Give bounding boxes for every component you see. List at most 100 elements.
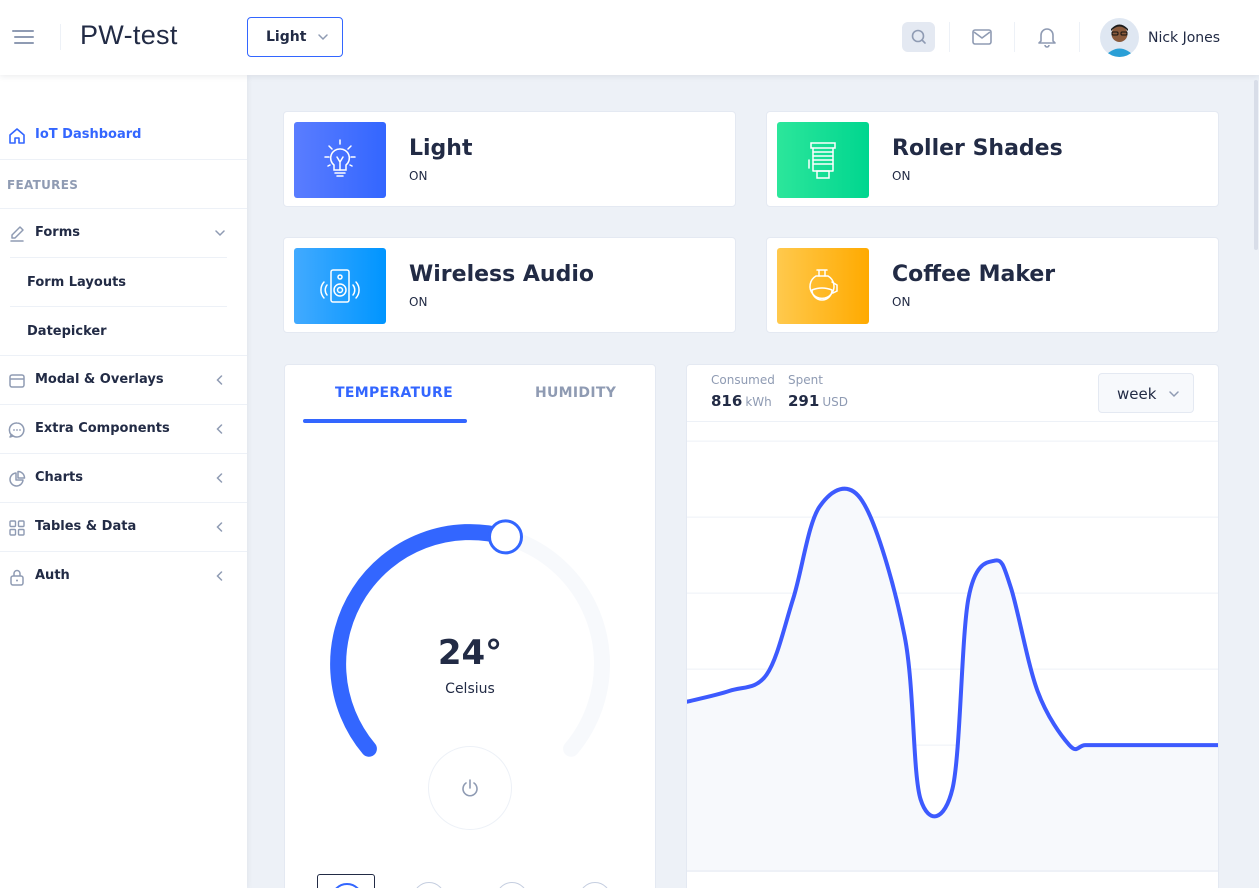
- sidebar-item-charts[interactable]: Charts: [0, 454, 247, 503]
- stat-label: Consumed: [711, 373, 775, 387]
- chart-area: [687, 488, 1218, 872]
- mail-button[interactable]: [970, 26, 994, 48]
- header-bar: PW-test Light Nick Jones: [0, 0, 1259, 75]
- header-separator: [1079, 22, 1080, 52]
- mode-icon: [496, 882, 528, 888]
- sidebar: IoT Dashboard FEATURES Forms Form Layout…: [0, 75, 247, 888]
- theme-select-value: Light: [266, 29, 307, 45]
- device-icon-tile: [294, 248, 386, 324]
- device-card-light[interactable]: Light ON: [283, 111, 736, 207]
- bell-icon: [1038, 28, 1056, 48]
- device-icon-tile: [777, 248, 869, 324]
- mode-button[interactable]: [317, 874, 375, 888]
- device-status: ON: [892, 169, 911, 183]
- lock-icon: [10, 569, 24, 586]
- consumed-stat: Consumed 816 kWh: [711, 373, 775, 410]
- roller-shades-icon: [808, 142, 836, 179]
- stat-label: Spent: [788, 373, 823, 387]
- sidebar-item-auth[interactable]: Auth: [0, 552, 247, 601]
- pie-chart-icon: [9, 470, 26, 487]
- stat-value: 816 kWh: [711, 392, 775, 410]
- user-name[interactable]: Nick Jones: [1148, 30, 1220, 46]
- electricity-card: Consumed 816 kWh Spent 291 USD week: [686, 364, 1219, 888]
- chevron-down-icon: [1169, 391, 1179, 398]
- sidebar-item-form-layouts[interactable]: Form Layouts: [27, 258, 227, 307]
- chevron-left-icon: [216, 571, 223, 581]
- mode-button[interactable]: [400, 874, 458, 888]
- device-name: Coffee Maker: [892, 262, 1056, 287]
- browser-icon: [9, 374, 25, 388]
- sidebar-group-title: FEATURES: [7, 178, 79, 192]
- speaker-icon: [320, 269, 360, 303]
- device-card-roller-shades[interactable]: Roller Shades ON: [766, 111, 1219, 207]
- device-name: Wireless Audio: [409, 262, 594, 287]
- sidebar-divider: [0, 159, 247, 160]
- chevron-left-icon: [216, 375, 223, 385]
- device-status: ON: [409, 169, 428, 183]
- period-select[interactable]: week: [1098, 373, 1194, 413]
- sidebar-item-tables-data[interactable]: Tables & Data: [0, 503, 247, 552]
- sidebar-item-modal-overlays[interactable]: Modal & Overlays: [0, 356, 247, 405]
- menu-toggle-icon[interactable]: [12, 26, 38, 48]
- coffee-maker-icon: [809, 269, 838, 301]
- avatar[interactable]: [1100, 18, 1139, 57]
- spent-stat: Spent 291 USD: [788, 373, 848, 410]
- sidebar-item-label: Auth: [35, 568, 70, 583]
- spent-value: 291: [788, 392, 820, 410]
- device-status: ON: [409, 295, 428, 309]
- sidebar-item-label: Form Layouts: [27, 275, 127, 290]
- consumed-unit: kWh: [745, 395, 772, 409]
- mode-icon: [579, 882, 611, 888]
- device-icon-tile: [294, 122, 386, 198]
- theme-select[interactable]: Light: [247, 17, 343, 57]
- mode-icon: [413, 882, 445, 888]
- sidebar-item-label: IoT Dashboard: [35, 127, 142, 142]
- sidebar-item-label: Tables & Data: [35, 519, 137, 534]
- grid-icon: [9, 520, 25, 536]
- sidebar-item-forms[interactable]: Forms: [0, 209, 247, 258]
- app-title[interactable]: PW-test: [80, 20, 178, 51]
- sidebar-item-iot-dashboard[interactable]: IoT Dashboard: [0, 111, 247, 160]
- lightbulb-icon: [324, 139, 356, 177]
- dial-knob[interactable]: [488, 519, 523, 555]
- sidebar-item-label: Datepicker: [27, 324, 107, 339]
- device-status: ON: [892, 295, 911, 309]
- device-card-coffee-maker[interactable]: Coffee Maker ON: [766, 237, 1219, 333]
- sidebar-item-label: Charts: [35, 470, 83, 485]
- header-separator: [1014, 22, 1015, 52]
- header-divider: [60, 24, 61, 50]
- chevron-down-icon: [215, 230, 225, 237]
- device-name: Roller Shades: [892, 136, 1063, 161]
- stat-value: 291 USD: [788, 392, 848, 410]
- spent-unit: USD: [822, 395, 848, 409]
- mode-button[interactable]: [483, 874, 541, 888]
- search-icon: [911, 29, 926, 44]
- consumed-value: 816: [711, 392, 743, 410]
- temperature-value: 24°: [437, 633, 503, 673]
- sidebar-item-label: Forms: [35, 225, 80, 240]
- home-icon: [9, 128, 25, 144]
- period-select-value: week: [1117, 385, 1157, 403]
- page-scrollbar[interactable]: [1254, 80, 1258, 250]
- search-button[interactable]: [902, 22, 935, 52]
- device-card-wireless-audio[interactable]: Wireless Audio ON: [283, 237, 736, 333]
- mode-button[interactable]: [566, 874, 624, 888]
- device-name: Light: [409, 136, 473, 161]
- mode-icon: [331, 883, 363, 888]
- device-icon-tile: [777, 122, 869, 198]
- chevron-left-icon: [216, 473, 223, 483]
- user-avatar-icon: [1100, 18, 1139, 57]
- electricity-chart: [687, 440, 1218, 872]
- edit-icon: [10, 226, 24, 242]
- message-circle-icon: [8, 422, 25, 438]
- sidebar-item-label: Modal & Overlays: [35, 372, 164, 387]
- power-button[interactable]: [428, 746, 512, 830]
- notifications-button[interactable]: [1035, 25, 1059, 49]
- sidebar-item-datepicker[interactable]: Datepicker: [27, 307, 227, 356]
- chevron-down-icon: [318, 34, 328, 41]
- thermostat-card: TEMPERATURE HUMIDITY 24° Celsius: [284, 364, 656, 888]
- mail-icon: [972, 29, 992, 45]
- chevron-left-icon: [216, 424, 223, 434]
- sidebar-item-label: Extra Components: [35, 421, 170, 436]
- sidebar-item-extra-components[interactable]: Extra Components: [0, 405, 247, 454]
